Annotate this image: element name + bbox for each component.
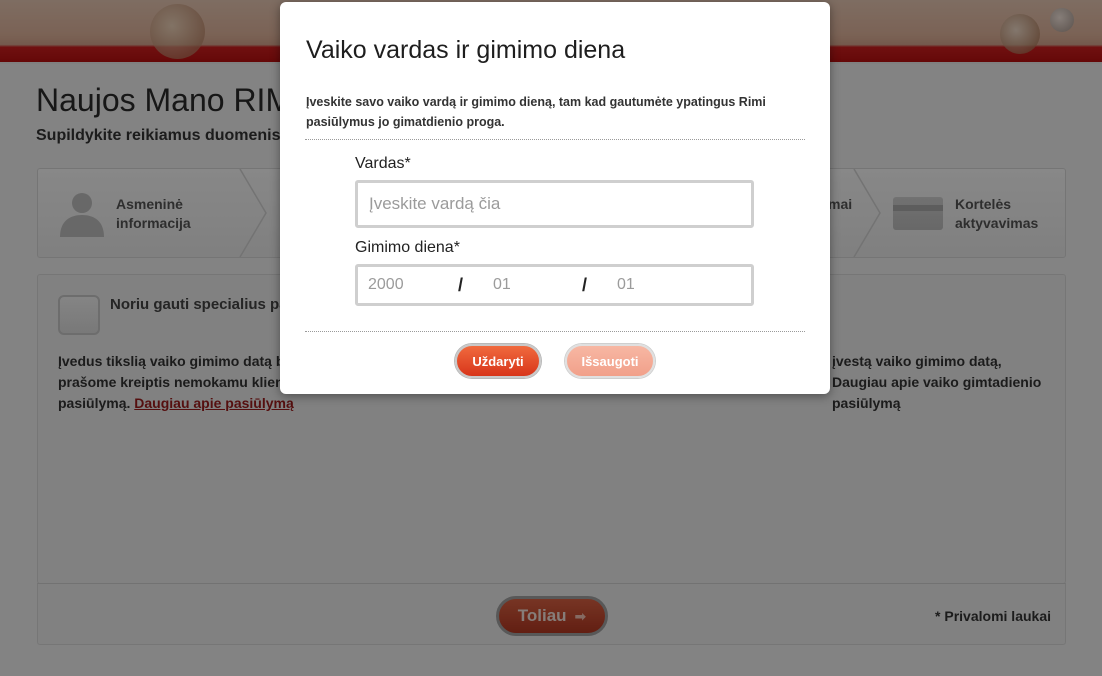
date-separator: / — [458, 275, 464, 295]
save-button[interactable]: Išsaugoti — [565, 344, 655, 378]
date-separator: / — [582, 275, 588, 295]
divider — [305, 331, 805, 332]
child-info-modal: Vaiko vardas ir gimimo diena Įveskite sa… — [280, 2, 830, 394]
modal-title: Vaiko vardas ir gimimo diena — [306, 36, 626, 64]
day-input[interactable]: 01 — [617, 267, 702, 303]
child-name-input[interactable] — [355, 180, 754, 228]
birth-date-label: Gimimo diena* — [355, 239, 460, 256]
modal-description: Įveskite savo vaiko vardą ir gimimo dien… — [306, 95, 766, 129]
close-button[interactable]: Uždaryti — [455, 344, 541, 378]
month-input[interactable]: 01 — [493, 267, 578, 303]
birth-date-field: 2000 / 01 / 01 — [355, 264, 754, 306]
divider — [305, 139, 805, 140]
name-label: Vardas* — [355, 155, 411, 172]
year-input[interactable]: 2000 — [368, 267, 458, 303]
